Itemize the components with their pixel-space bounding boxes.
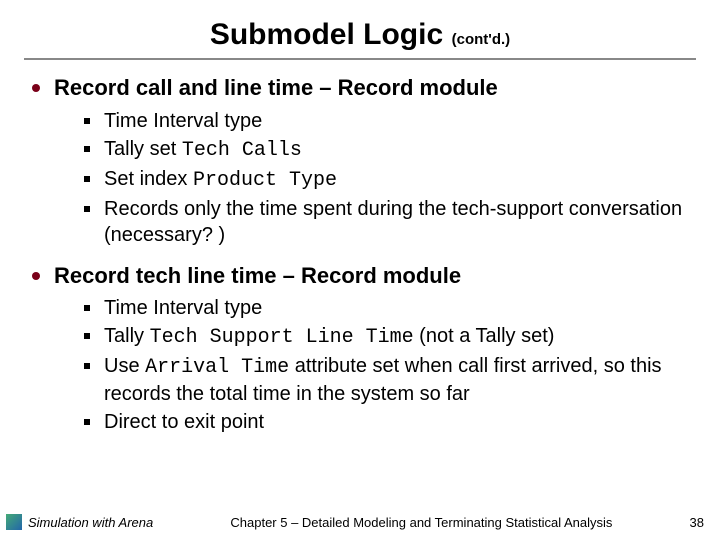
bullet-dot-icon [32, 84, 40, 92]
bullet-square-icon [84, 305, 90, 311]
list-item-text: Records only the time spent during the t… [104, 196, 690, 248]
section-heading: Record call and line time – Record modul… [54, 74, 498, 102]
body-text: Tally [104, 325, 150, 347]
body-text: Use [104, 355, 145, 377]
bullet-square-icon [84, 363, 90, 369]
list-item-text: Tally Tech Support Line Time (not a Tall… [104, 323, 554, 351]
bullet-square-icon [84, 419, 90, 425]
body-text: (not a Tally set) [414, 325, 555, 347]
content-area: Record call and line time – Record modul… [30, 74, 690, 435]
section-heading-row: Record call and line time – Record modul… [32, 74, 690, 102]
list-item: Records only the time spent during the t… [84, 196, 690, 248]
code-text: Tech Support Line Time [150, 326, 414, 349]
section-heading: Record tech line time – Record module [54, 262, 461, 290]
list-item: Time Interval type [84, 295, 690, 321]
bullet-square-icon [84, 206, 90, 212]
code-text: Arrival Time [145, 356, 289, 379]
list-item-text: Time Interval type [104, 108, 262, 134]
section-heading-row: Record tech line time – Record module [32, 262, 690, 290]
list-item: Tally set Tech Calls [84, 136, 690, 164]
bullet-square-icon [84, 118, 90, 124]
body-text: Time Interval type [104, 297, 262, 319]
slide: Submodel Logic (cont'd.) Record call and… [0, 0, 720, 540]
bullet-square-icon [84, 333, 90, 339]
slide-title-suffix: (cont'd.) [452, 31, 511, 48]
list-item: Time Interval type [84, 108, 690, 134]
list-item: Direct to exit point [84, 409, 690, 435]
list-item-text: Time Interval type [104, 295, 262, 321]
sublist: Time Interval typeTally set Tech CallsSe… [84, 108, 690, 248]
body-text: Time Interval type [104, 110, 262, 132]
list-item: Set index Product Type [84, 166, 690, 194]
list-item: Use Arrival Time attribute set when call… [84, 353, 690, 407]
code-text: Tech Calls [182, 139, 302, 162]
list-item-text: Tally set Tech Calls [104, 136, 302, 164]
section: Record tech line time – Record module Tim… [32, 262, 690, 436]
body-text: Tally set [104, 138, 182, 160]
list-item-text: Set index Product Type [104, 166, 337, 194]
page-number: 38 [690, 515, 704, 530]
list-item-text: Direct to exit point [104, 409, 264, 435]
footer: Simulation with Arena Chapter 5 – Detail… [0, 514, 720, 530]
body-text: Direct to exit point [104, 411, 264, 433]
bullet-square-icon [84, 176, 90, 182]
footer-center: Chapter 5 – Detailed Modeling and Termin… [153, 515, 689, 530]
list-item: Tally Tech Support Line Time (not a Tall… [84, 323, 690, 351]
slide-title: Submodel Logic [210, 18, 443, 51]
code-text: Product Type [193, 169, 337, 192]
list-item-text: Use Arrival Time attribute set when call… [104, 353, 690, 407]
title-row: Submodel Logic (cont'd.) [24, 18, 696, 60]
section: Record call and line time – Record modul… [32, 74, 690, 248]
body-text: Records only the time spent during the t… [104, 198, 682, 246]
footer-left: Simulation with Arena [28, 515, 153, 530]
bullet-square-icon [84, 146, 90, 152]
body-text: Set index [104, 168, 193, 190]
bullet-dot-icon [32, 272, 40, 280]
sublist: Time Interval type Tally Tech Support Lin… [84, 295, 690, 435]
book-icon [6, 514, 22, 530]
